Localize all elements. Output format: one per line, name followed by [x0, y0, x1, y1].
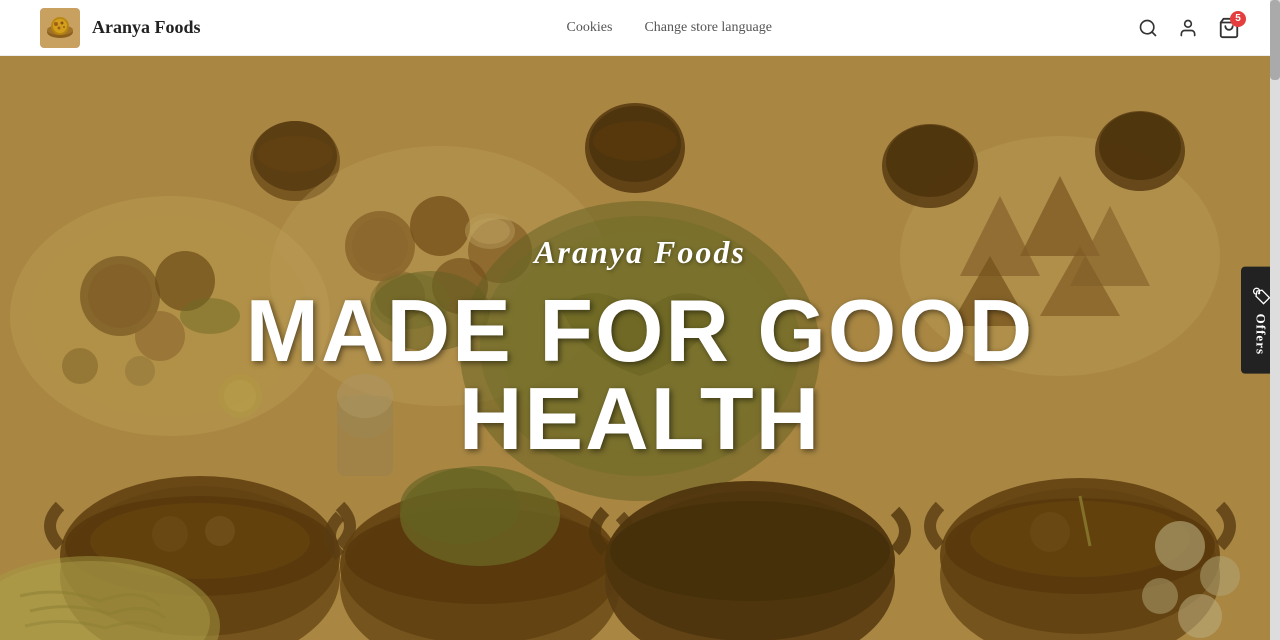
hero-section: Aranya Foods MADE FOR GOOD HEALTH	[0, 56, 1280, 640]
header-icons: 5	[1138, 17, 1240, 39]
main-nav: Cookies Change store language	[567, 20, 772, 36]
nav-change-language[interactable]: Change store language	[644, 20, 772, 36]
search-icon	[1138, 18, 1158, 38]
cart-badge: 5	[1230, 11, 1246, 27]
hero-title: MADE FOR GOOD HEALTH	[246, 287, 1035, 463]
brand-section: Aranya Foods	[40, 8, 201, 48]
search-button[interactable]	[1138, 18, 1158, 38]
cart-button[interactable]: 5	[1218, 17, 1240, 39]
hero-title-line2: HEALTH	[459, 369, 821, 468]
hero-subtitle: Aranya Foods	[534, 234, 746, 271]
header: Aranya Foods Cookies Change store langua…	[0, 0, 1280, 56]
hero-title-line1: MADE FOR GOOD	[246, 281, 1035, 380]
offers-icon: 🏷	[1251, 285, 1270, 306]
scrollbar-thumb[interactable]	[1270, 0, 1280, 80]
nav-cookies[interactable]: Cookies	[567, 20, 613, 36]
account-button[interactable]	[1178, 18, 1198, 38]
brand-name-text: Aranya Foods	[92, 17, 201, 38]
scrollbar[interactable]	[1270, 0, 1280, 640]
account-icon	[1178, 18, 1198, 38]
brand-logo[interactable]	[40, 8, 80, 48]
hero-content: Aranya Foods MADE FOR GOOD HEALTH	[0, 56, 1280, 640]
offers-label: Offers	[1253, 314, 1269, 355]
